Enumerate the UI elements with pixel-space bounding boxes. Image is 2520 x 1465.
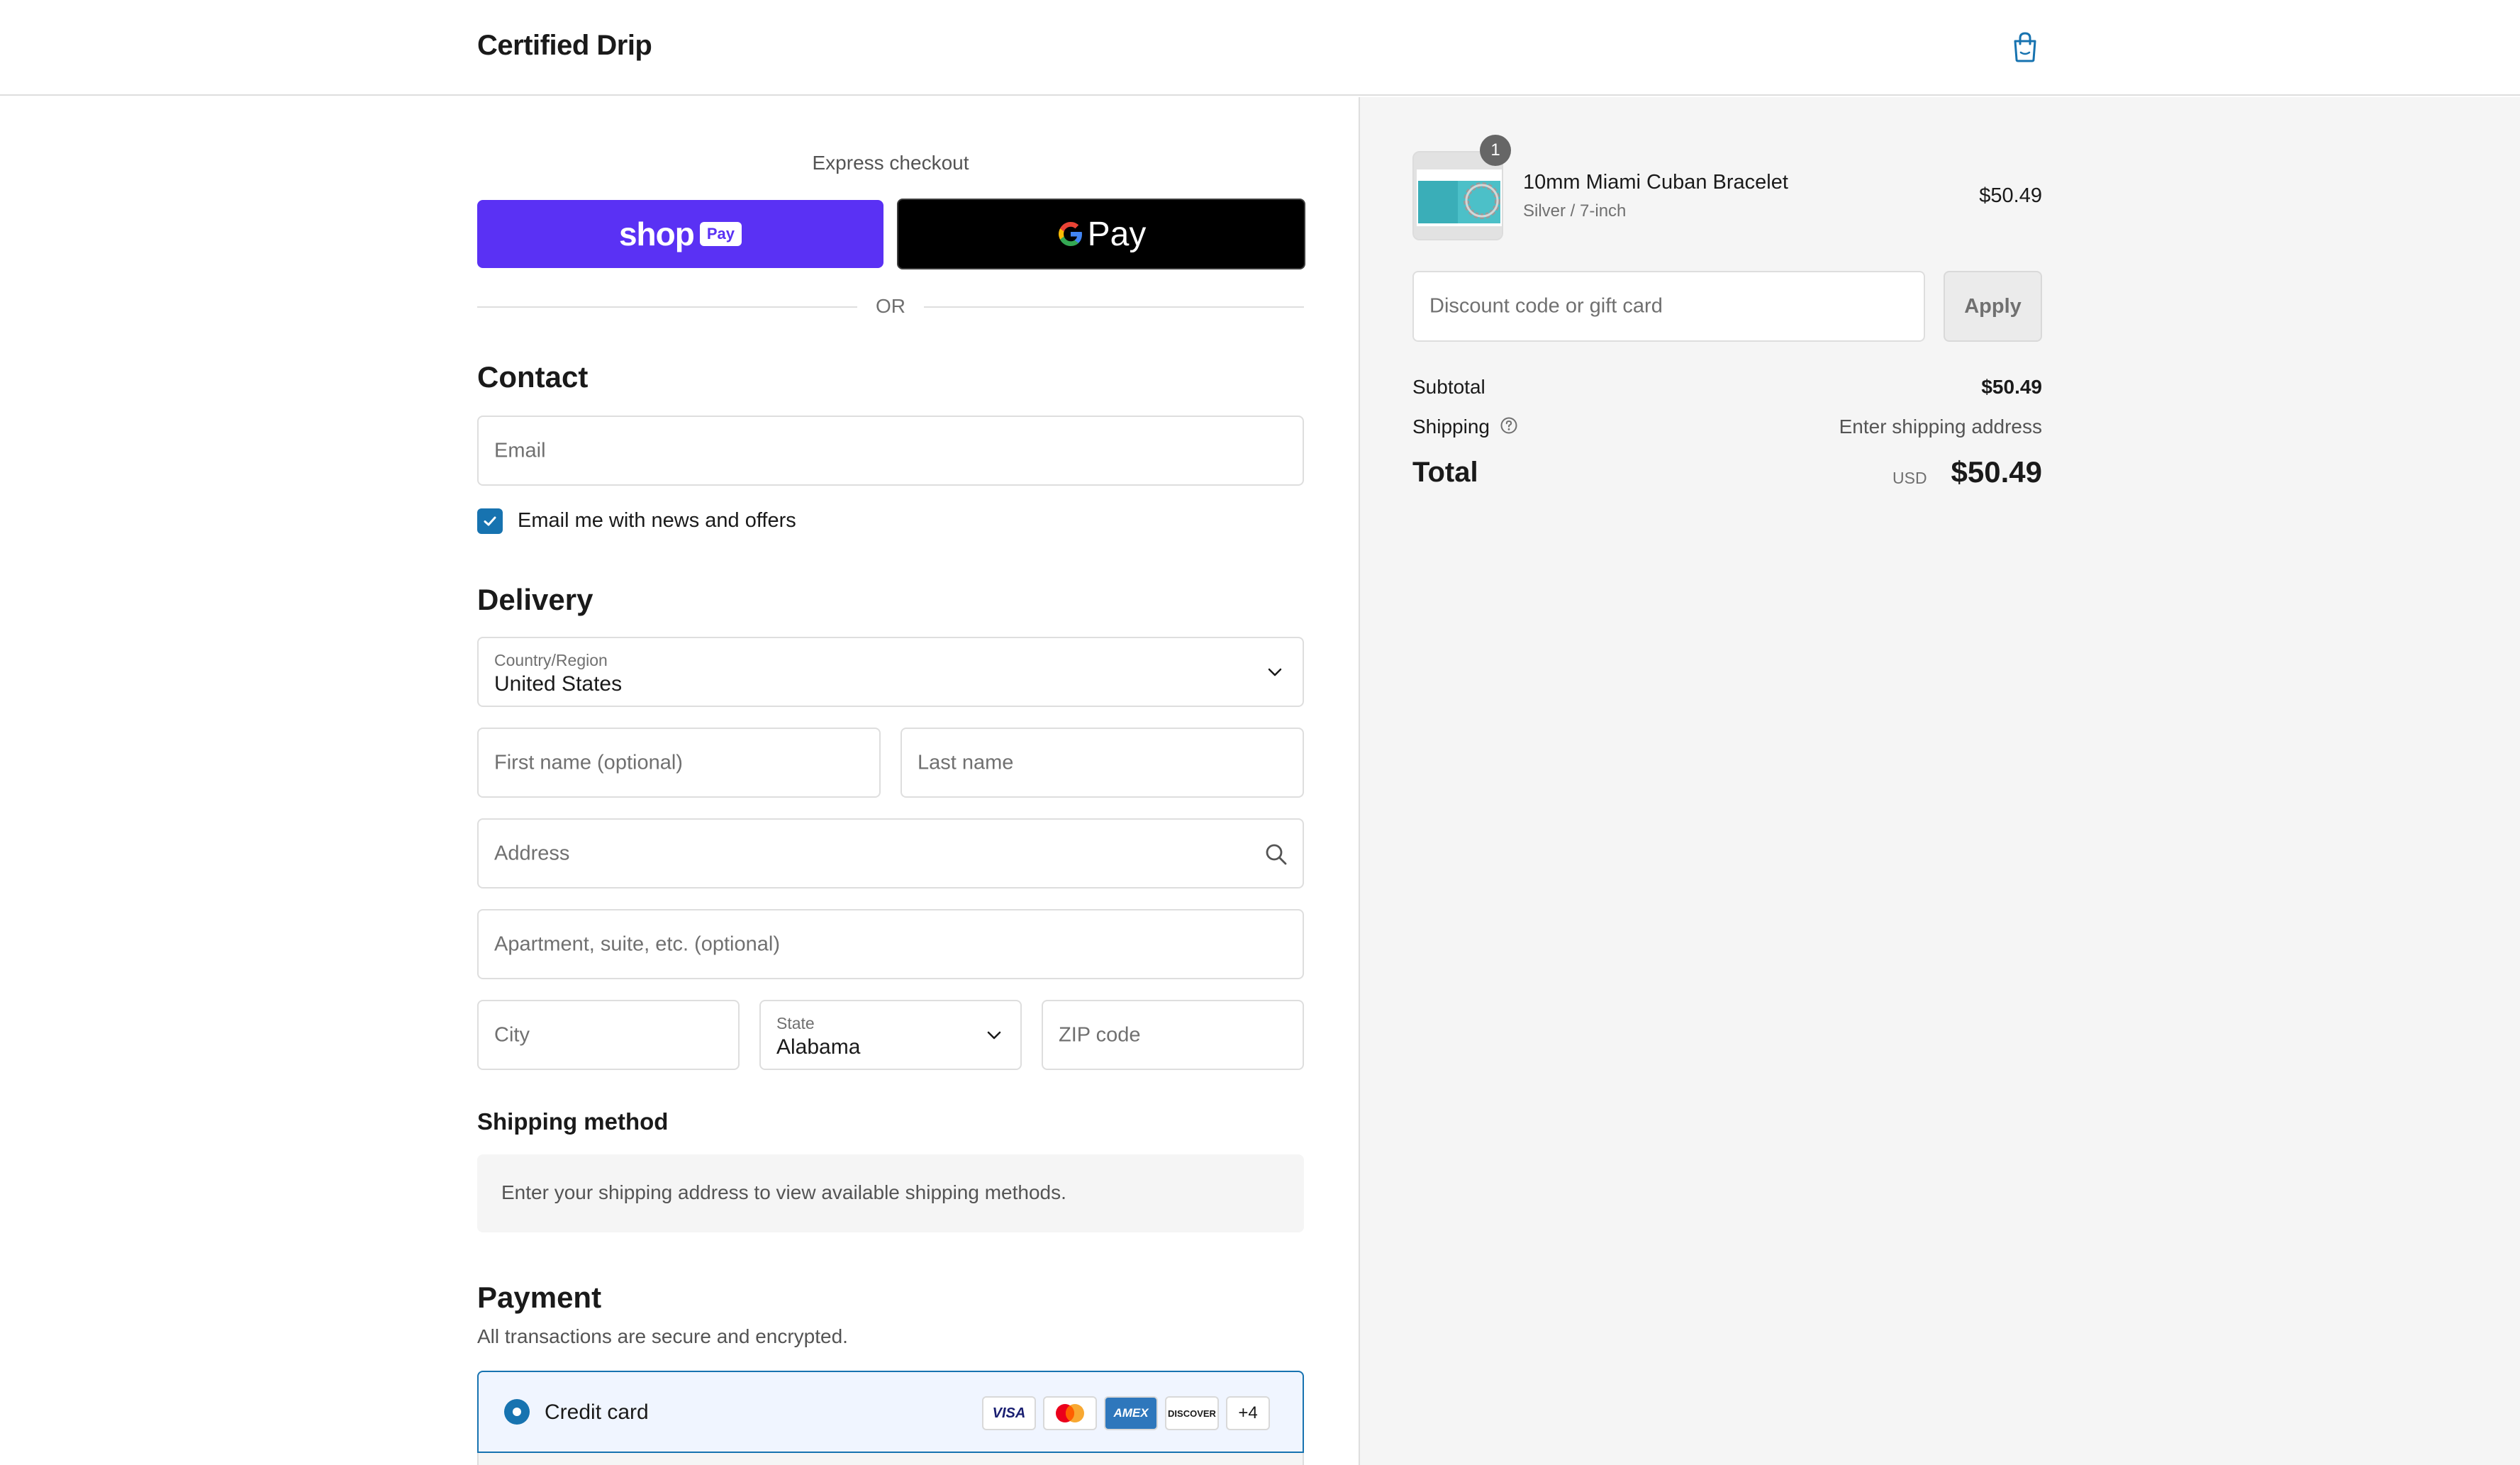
discover-icon: DISCOVER	[1165, 1396, 1219, 1430]
subtotal-value: $50.49	[1981, 376, 2042, 398]
address-placeholder: Address	[494, 842, 570, 864]
last-name-placeholder: Last name	[918, 751, 1014, 774]
payment-subtitle: All transactions are secure and encrypte…	[477, 1325, 848, 1347]
credit-card-label: Credit card	[545, 1400, 649, 1424]
quantity-badge: 1	[1480, 135, 1511, 166]
first-name-field[interactable]: First name (optional)	[477, 728, 881, 798]
visa-icon: VISA	[982, 1396, 1036, 1430]
shipping-method-notice: Enter your shipping address to view avai…	[477, 1154, 1304, 1232]
shipping-label: Shipping	[1412, 416, 1490, 438]
google-pay-button[interactable]: Pay	[897, 199, 1305, 269]
mastercard-icon	[1043, 1396, 1097, 1430]
brand-logo[interactable]: Certified Drip	[477, 30, 652, 62]
product-variant: Silver / 7-inch	[1523, 201, 1627, 221]
zip-placeholder: ZIP code	[1059, 1023, 1141, 1046]
state-value: Alabama	[776, 1035, 861, 1059]
chevron-down-icon	[1268, 668, 1282, 676]
header: Certified Drip	[0, 0, 2520, 96]
email-placeholder: Email	[494, 439, 546, 462]
first-name-placeholder: First name (optional)	[494, 751, 683, 774]
shipping-method-heading: Shipping method	[477, 1108, 669, 1135]
apply-discount-button[interactable]: Apply	[1944, 271, 2042, 342]
shipping-method-notice-text: Enter your shipping address to view avai…	[501, 1181, 1066, 1203]
contact-heading: Contact	[477, 360, 589, 394]
credit-card-option[interactable]: Credit card VISA AMEX DISCOVER +4	[477, 1371, 1304, 1453]
subtotal-label: Subtotal	[1412, 376, 1485, 398]
delivery-heading: Delivery	[477, 583, 593, 616]
amex-icon: AMEX	[1104, 1396, 1158, 1430]
payment-heading: Payment	[477, 1281, 602, 1314]
city-placeholder: City	[494, 1023, 530, 1046]
chevron-down-icon	[987, 1031, 1001, 1039]
question-circle-icon[interactable]	[1500, 416, 1518, 435]
google-g-icon	[1058, 222, 1082, 246]
payment-details-panel	[477, 1453, 1304, 1465]
city-field[interactable]: City	[477, 1000, 740, 1070]
search-icon[interactable]	[1264, 842, 1288, 867]
shopping-bag-icon[interactable]	[2011, 31, 2039, 62]
credit-card-radio[interactable]	[504, 1399, 530, 1425]
country-select[interactable]: Country/Region United States	[477, 637, 1304, 707]
shop-pay-wordmark: shop	[618, 216, 695, 252]
express-checkout-label: Express checkout	[812, 152, 969, 174]
discount-code-field[interactable]: Discount code or gift card	[1412, 271, 1925, 342]
discount-placeholder: Discount code or gift card	[1429, 294, 1663, 318]
total-value: $50.49	[1951, 455, 2042, 489]
shop-pay-button[interactable]: shop Pay	[477, 200, 883, 268]
state-select[interactable]: State Alabama	[759, 1000, 1022, 1070]
country-label: Country/Region	[494, 651, 608, 669]
product-price: $50.49	[1979, 184, 2042, 207]
shipping-value: Enter shipping address	[1839, 416, 2042, 438]
apartment-placeholder: Apartment, suite, etc. (optional)	[494, 932, 780, 955]
address-field[interactable]: Address	[477, 818, 1304, 889]
or-divider: OR	[477, 295, 1304, 318]
google-pay-wordmark: Pay	[1087, 215, 1147, 253]
zip-field[interactable]: ZIP code	[1042, 1000, 1304, 1070]
radio-dot	[513, 1408, 521, 1416]
country-value: United States	[494, 672, 623, 696]
email-field[interactable]: Email	[477, 416, 1304, 486]
apartment-field[interactable]: Apartment, suite, etc. (optional)	[477, 909, 1304, 979]
more-cards-badge: +4	[1226, 1396, 1270, 1430]
product-name: 10mm Miami Cuban Bracelet	[1523, 171, 1788, 194]
check-icon	[484, 516, 496, 526]
state-label: State	[776, 1014, 815, 1032]
or-line-right	[924, 306, 1304, 308]
shop-pay-badge: Pay	[699, 222, 742, 246]
newsletter-label[interactable]: Email me with news and offers	[518, 509, 796, 533]
newsletter-checkbox[interactable]	[477, 508, 503, 534]
last-name-field[interactable]: Last name	[901, 728, 1304, 798]
total-label: Total	[1412, 457, 1478, 488]
